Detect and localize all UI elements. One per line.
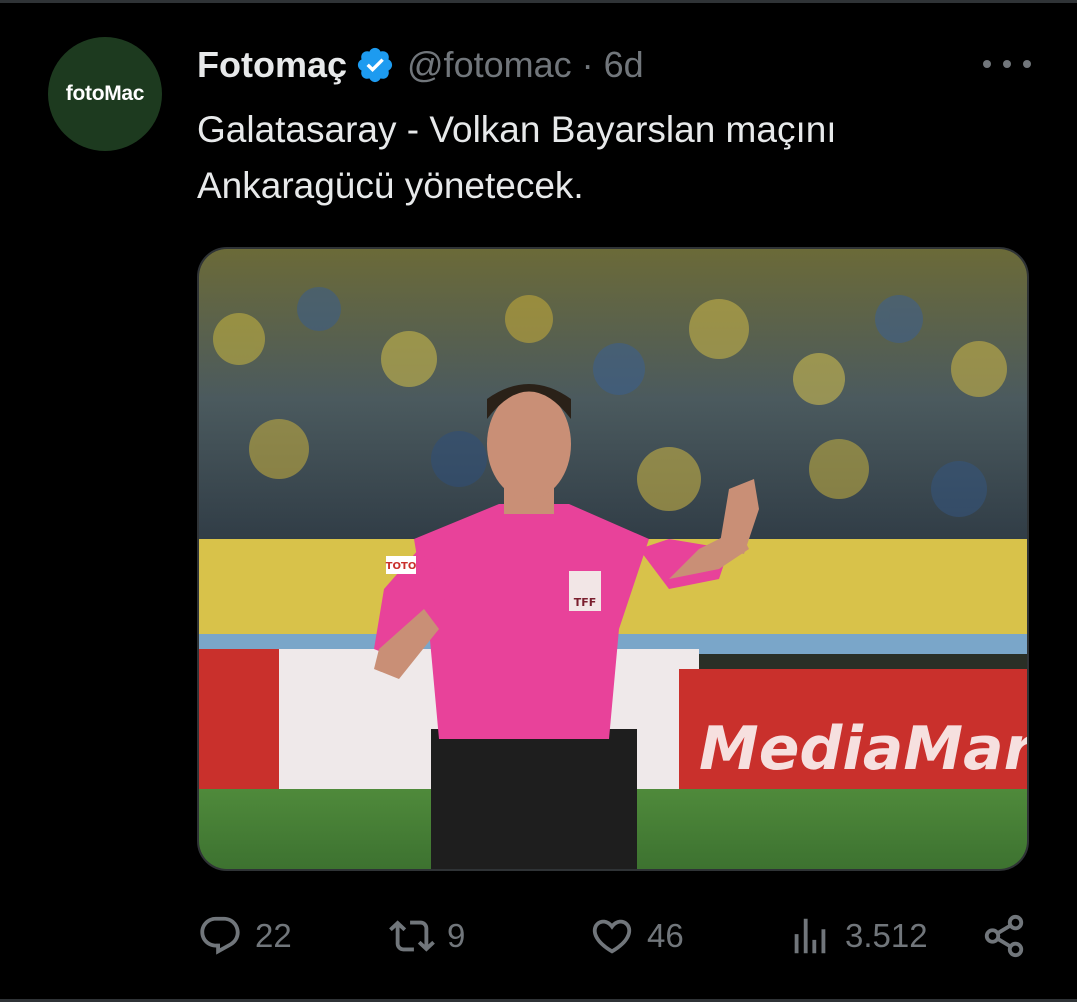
referee-photo: MediaMarkt TFF TOTO	[199, 249, 1027, 869]
separator-dot: ·	[581, 44, 594, 85]
tweet-media-photo[interactable]: MediaMarkt TFF TOTO	[197, 247, 1029, 871]
like-count: 46	[647, 917, 684, 954]
avatar-logo-text: fotoMac	[65, 82, 145, 105]
verified-badge-icon[interactable]	[355, 45, 395, 85]
share-icon	[984, 914, 1024, 958]
reply-count: 22	[255, 917, 292, 954]
tweet-header: Fotomaç @fotomac · 6d	[197, 42, 644, 88]
reply-button[interactable]: 22	[197, 910, 292, 962]
author-name[interactable]: Fotomaç	[197, 44, 347, 86]
timestamp[interactable]: 6d	[604, 44, 644, 86]
reply-icon	[200, 916, 240, 955]
retweet-count: 9	[447, 917, 466, 954]
billboard-brand-text: MediaMarkt	[699, 714, 1027, 784]
tff-badge-text: TFF	[574, 596, 597, 609]
tweet-text: Galatasaray - Volkan Bayarslan maçını An…	[197, 109, 837, 206]
views-button[interactable]: 3.512	[787, 910, 928, 962]
like-button[interactable]: 46	[589, 910, 684, 962]
sleeve-sponsor-text: TOTO	[386, 561, 417, 572]
heart-icon	[592, 919, 632, 954]
author-handle[interactable]: @fotomac	[407, 44, 572, 86]
avatar[interactable]: fotoMac	[48, 37, 162, 151]
views-icon	[794, 918, 826, 954]
retweet-button[interactable]: 9	[389, 910, 465, 962]
top-divider	[0, 0, 1077, 3]
retweet-icon	[389, 920, 435, 952]
tweet-actions: 22 9 46 3.512	[197, 910, 1037, 962]
share-button[interactable]	[981, 910, 1027, 962]
more-icon[interactable]	[983, 52, 1031, 76]
view-count: 3.512	[845, 917, 928, 954]
